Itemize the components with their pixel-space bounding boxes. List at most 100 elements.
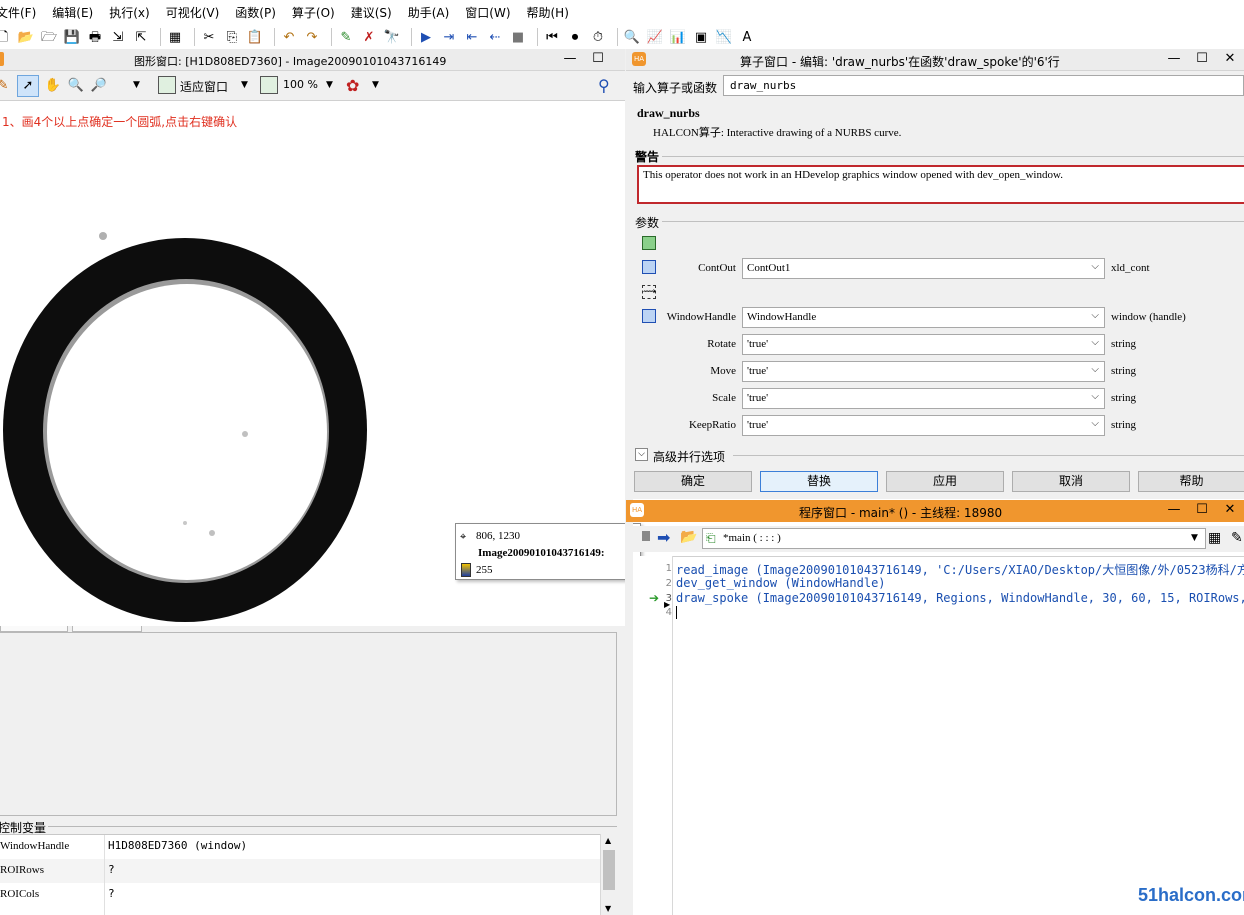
feature-histogram-icon[interactable]: 📊 (669, 28, 687, 46)
menu-window[interactable]: 窗口(W) (465, 4, 518, 21)
scroll-down-icon[interactable]: ▼ (605, 904, 611, 913)
fit-window-icon[interactable] (158, 76, 176, 94)
cut-icon[interactable]: ✂ (200, 28, 218, 46)
magnifier-icon[interactable]: 🔍 (67, 77, 85, 95)
chevron-down-icon[interactable]: ▼ (326, 80, 333, 90)
param-value-combo[interactable]: 'true' ⌵ (742, 415, 1105, 436)
crosshair-icon: ⌖ (460, 530, 467, 543)
zoom-level[interactable]: 100 % (283, 78, 318, 91)
help-button[interactable]: 帮助 (1138, 471, 1244, 492)
activate-icon[interactable]: ✎ (337, 28, 355, 46)
param-value-combo[interactable]: 'true' ⌵ (742, 361, 1105, 382)
stop-icon[interactable]: ■ (509, 28, 527, 46)
maximize-icon[interactable]: ☐ (1194, 502, 1210, 518)
run-icon[interactable]: ▶ (417, 28, 435, 46)
properties-icon[interactable]: ▦ (166, 28, 184, 46)
menu-suggestions[interactable]: 建议(S) (351, 4, 400, 21)
operator-input[interactable]: draw_nurbs (723, 75, 1244, 96)
program-editor[interactable] (633, 556, 1244, 915)
step-into-icon[interactable]: ⇤ (463, 28, 481, 46)
replace-button[interactable]: 替换 (760, 471, 878, 492)
color-palette-icon[interactable]: ✿ (346, 76, 359, 95)
new-file-icon[interactable]: 🗋 (0, 28, 12, 46)
deactivate-icon[interactable]: ✗ (360, 28, 378, 46)
find-icon[interactable]: 🔭 (383, 28, 401, 46)
inspect-icon[interactable]: 🔍 (623, 28, 641, 46)
gray-histogram-icon[interactable]: 📈 (646, 28, 664, 46)
table-row[interactable]: ROIRows ? (0, 859, 600, 883)
chevron-down-icon[interactable]: ▼ (1191, 533, 1198, 543)
procedure-selector[interactable]: ⎗ *main ( : : : ) ▼ (702, 528, 1206, 549)
open-file-icon[interactable]: 📂 (17, 28, 35, 46)
copy-icon[interactable]: ⎘ (223, 28, 241, 46)
zoom-window-icon[interactable]: ▣ (692, 28, 710, 46)
program-toolbar: ➡ 📂 ⎗ *main ( : : : ) ▼ ▦ ✎ (633, 526, 1244, 552)
profiler-icon[interactable]: ⏱ (589, 28, 607, 46)
open-example-icon[interactable]: 🗁 (40, 28, 58, 46)
reset-program-icon[interactable]: ⏮ (543, 28, 561, 46)
undo-icon[interactable]: ↶ (280, 28, 298, 46)
import-icon[interactable]: ⇲ (109, 28, 127, 46)
close-icon[interactable]: ✕ (1222, 502, 1238, 518)
procedure-edit-icon[interactable]: ✎ (1231, 530, 1243, 546)
menu-operators[interactable]: 算子(O) (292, 4, 343, 21)
close-icon[interactable]: ✕ (1222, 51, 1238, 67)
table-row[interactable]: ROICols ? (0, 883, 600, 907)
pan-hand-icon[interactable]: ✋ (44, 77, 62, 95)
minimize-icon[interactable]: — (1166, 502, 1182, 518)
step-icon[interactable] (642, 531, 650, 541)
advanced-options-label[interactable]: 高级并行选项 (653, 448, 725, 465)
minimize-icon[interactable]: — (1166, 51, 1182, 67)
cancel-button[interactable]: 取消 (1012, 471, 1130, 492)
menu-execute[interactable]: 执行(x) (109, 4, 157, 21)
ocr-icon[interactable]: A (738, 28, 756, 46)
menu-assistants[interactable]: 助手(A) (408, 4, 458, 21)
save-icon[interactable]: 💾 (63, 28, 81, 46)
step-out-icon[interactable]: ⇠ (486, 28, 504, 46)
zoom-in-icon[interactable]: 🔎 (90, 77, 108, 95)
menu-help[interactable]: 帮助(H) (527, 4, 577, 21)
param-type: string (1111, 365, 1137, 377)
ok-button[interactable]: 确定 (634, 471, 752, 492)
export-icon[interactable]: ⇱ (132, 28, 150, 46)
procedure-name: *main ( : : : ) (723, 532, 781, 544)
chevron-down-icon[interactable]: ▼ (241, 80, 248, 90)
apply-button[interactable]: 应用 (886, 471, 1004, 492)
draw-tool-icon[interactable]: ✎ (0, 77, 12, 95)
maximize-icon[interactable]: ☐ (1194, 51, 1210, 67)
open-procedure-icon[interactable]: 📂 (680, 529, 697, 545)
breakpoint-icon[interactable]: ⏺ (566, 28, 584, 46)
pointer-icon[interactable]: ➚ (17, 74, 39, 97)
param-value-combo[interactable]: WindowHandle ⌵ (742, 307, 1105, 328)
zoom-factor-icon[interactable] (260, 76, 278, 94)
expand-toggle-icon[interactable]: ⌵ (635, 448, 648, 461)
print-icon[interactable]: 🖶 (86, 28, 104, 46)
menu-procedures[interactable]: 函数(P) (235, 4, 284, 21)
graphics-settings-icon[interactable]: ⚲ (598, 76, 610, 95)
procedure-settings-icon[interactable]: ▦ (1208, 530, 1221, 546)
param-value-combo[interactable]: ContOut1 ⌵ (742, 258, 1105, 279)
minimize-icon[interactable]: — (562, 51, 578, 67)
menu-file[interactable]: 文件(F) (0, 4, 44, 21)
variables-scrollbar[interactable]: ▲ ▼ (600, 834, 617, 915)
fit-window-label[interactable]: 适应窗口 (180, 78, 228, 95)
scroll-up-icon[interactable]: ▲ (605, 836, 611, 845)
maximize-icon[interactable]: ☐ (590, 51, 606, 67)
paste-icon[interactable]: 📋 (246, 28, 264, 46)
menu-edit[interactable]: 编辑(E) (52, 4, 101, 21)
step-over-icon[interactable]: ⇥ (440, 28, 458, 46)
line-profile-icon[interactable]: 📉 (715, 28, 733, 46)
table-row[interactable]: WindowHandle H1D808ED7360 (window) (0, 835, 600, 859)
redo-icon[interactable]: ↷ (303, 28, 321, 46)
chevron-down-icon[interactable]: ▼ (372, 80, 379, 90)
code-line[interactable]: draw_spoke (Image20090101043716149, Regi… (676, 591, 1244, 605)
main-toolbar: 🗋 📂 🗁 💾 🖶 ⇲ ⇱ ▦ ✂ ⎘ 📋 ↶ ↷ ✎ ✗ 🔭 ▶ ⇥ ⇤ ⇠ … (0, 24, 1244, 50)
chevron-down-icon[interactable]: ▼ (133, 80, 140, 90)
param-value-combo[interactable]: 'true' ⌵ (742, 388, 1105, 409)
go-to-pc-icon[interactable]: ➡ (657, 528, 670, 547)
param-value-combo[interactable]: 'true' ⌵ (742, 334, 1105, 355)
divider (662, 156, 1244, 157)
scroll-thumb[interactable] (603, 850, 615, 890)
code-line[interactable]: dev_get_window (WindowHandle) (676, 576, 886, 590)
menu-visualize[interactable]: 可视化(V) (166, 4, 228, 21)
